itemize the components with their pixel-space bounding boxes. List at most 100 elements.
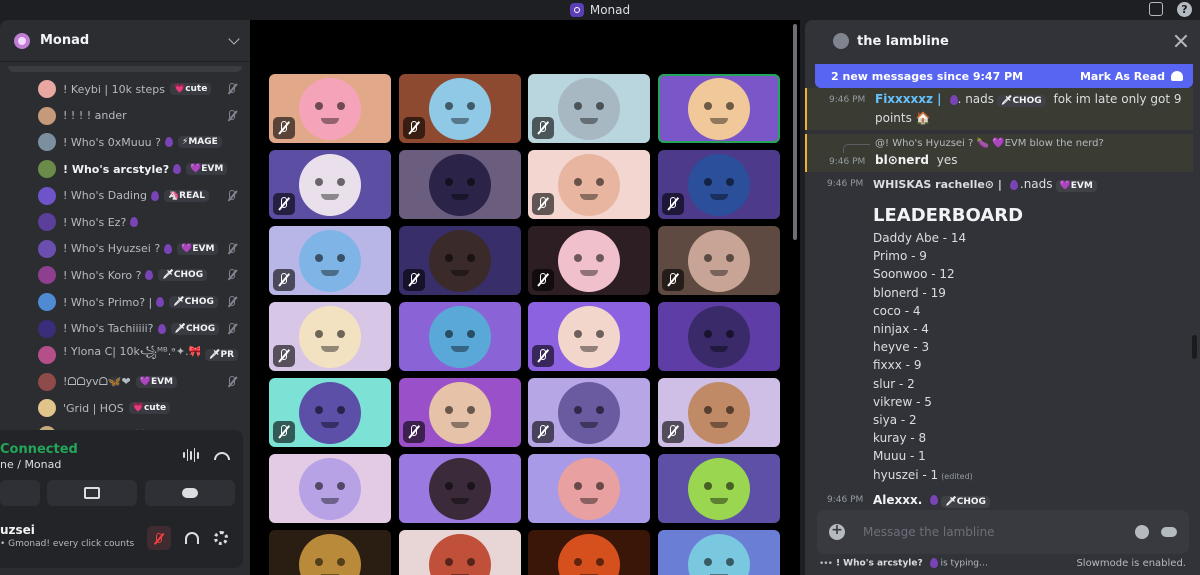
participant-video-tile[interactable] <box>269 378 391 447</box>
voice-member[interactable]: ! ! ! ! ander <box>0 103 250 130</box>
participant-video-tile[interactable] <box>399 454 521 523</box>
participant-avatar <box>429 381 491 444</box>
leaderboard-entry-text: fixxx - 9 <box>873 358 922 373</box>
deafen-button[interactable] <box>180 526 204 550</box>
participant-video-tile[interactable] <box>658 302 780 371</box>
voice-member[interactable]: ! Who's Dading 🦄REAL <box>0 182 250 209</box>
participant-video-tile[interactable] <box>269 454 391 523</box>
message-reply[interactable]: @! Who's Hyuzsei ? 🍆 💜EVM blow the nerd?… <box>805 134 1193 172</box>
voice-channel-name[interactable]: ne / Monad <box>0 458 61 471</box>
role-badge: 🗡CHOG <box>169 296 218 309</box>
role-badge: 💜EVM <box>177 242 219 255</box>
participant-video-tile[interactable] <box>528 150 650 219</box>
leaderboard-entry-text: Daddy Abe - 14 <box>873 231 967 245</box>
reply-reference[interactable]: @! Who's Hyuzsei ? 🍆 💜EVM blow the nerd? <box>807 136 1193 153</box>
participant-avatar <box>429 457 491 520</box>
camera-button[interactable] <box>0 480 40 506</box>
eggplant-icon <box>930 495 939 506</box>
participant-video-tile[interactable] <box>269 302 391 371</box>
participant-video-tile[interactable] <box>399 226 521 295</box>
participant-avatar <box>429 153 491 216</box>
leaderboard-entry-text: siya - 2 <box>873 413 917 428</box>
leaderboard-entry-text: Primo - 9 <box>873 249 927 264</box>
new-messages-text: 2 new messages since 9:47 PM <box>831 69 1024 83</box>
eggplant-icon <box>156 297 165 308</box>
voice-member[interactable]: 'Grid | HOS 💗cute <box>0 395 250 422</box>
emoji-icon[interactable] <box>1135 525 1149 539</box>
participant-avatar <box>429 305 491 368</box>
muted-mic-icon <box>226 269 236 281</box>
participant-video-tile[interactable] <box>399 302 521 371</box>
participant-video-tile[interactable] <box>528 530 650 575</box>
participant-video-tile[interactable] <box>269 150 391 219</box>
participant-video-tile[interactable] <box>528 74 650 143</box>
voice-member[interactable]: ! Who's Tachiiiii? 🗡CHOG <box>0 315 250 342</box>
muted-mic-icon <box>273 269 295 291</box>
voice-member[interactable]: ! Who's 0xMuuu ? ⚡MAGE <box>0 129 250 156</box>
message-author[interactable]: bl⊙nerd <box>875 153 929 167</box>
video-grid-scrollbar[interactable] <box>793 24 797 240</box>
voice-member[interactable]: !ᗝᗝyvᗝ🦋❤ 💜EVM <box>0 369 250 396</box>
voice-member[interactable]: ! Ylona C| 10k꧁ᴹᴮ.ᵊ✦.🎀 🗡PR <box>0 342 250 369</box>
participant-video-tile[interactable] <box>658 74 780 143</box>
participant-video-tile[interactable] <box>528 226 650 295</box>
member-name: ! Who's 0xMuuu ? <box>63 135 161 149</box>
close-icon[interactable] <box>1174 34 1188 48</box>
message-author[interactable]: Alexxx. <box>873 493 922 507</box>
user-name[interactable]: uzsei <box>0 523 35 537</box>
member-name: ! Keybi | 10k steps <box>63 82 165 96</box>
eggplant-icon <box>157 323 166 334</box>
participant-video-tile[interactable] <box>269 74 391 143</box>
message[interactable]: 9:46 PM Fixxxxxz |. nads 🗡CHOG fok im lat… <box>805 88 1193 130</box>
chevron-down-icon[interactable] <box>228 32 240 45</box>
inbox-icon[interactable] <box>1149 2 1163 16</box>
new-messages-bar[interactable]: 2 new messages since 9:47 PM Mark As Rea… <box>815 64 1193 88</box>
participant-video-tile[interactable] <box>658 150 780 219</box>
activity-icon[interactable] <box>1161 527 1177 537</box>
disconnect-icon[interactable] <box>214 452 230 460</box>
muted-mic-icon <box>226 375 236 388</box>
activity-button[interactable] <box>145 480 235 506</box>
gear-icon <box>214 531 228 545</box>
message-author[interactable]: WHISKAS rachelle⊙ | <box>873 178 1002 191</box>
participant-video-tile[interactable] <box>399 378 521 447</box>
message[interactable]: 9:46 PM WHISKAS rachelle⊙ | .nads 💜EVM LEA… <box>805 172 1193 486</box>
thread-scrollbar[interactable] <box>1192 335 1197 359</box>
participant-video-tile[interactable] <box>528 454 650 523</box>
role-badge: 💗cute <box>128 402 171 415</box>
soundboard-icon[interactable] <box>183 448 199 462</box>
voice-member[interactable]: ! Who's Hyuzsei ? 💜EVM <box>0 236 250 263</box>
mark-as-read-button[interactable]: Mark As Read <box>1080 70 1165 83</box>
user-settings-button[interactable] <box>209 526 233 550</box>
leaderboard-entry-text: heyve - 3 <box>873 340 930 355</box>
mute-button[interactable] <box>147 526 171 550</box>
participant-video-tile[interactable] <box>658 226 780 295</box>
voice-member[interactable]: ! Who's Koro ? 🗡CHOG <box>0 262 250 289</box>
participant-video-tile[interactable] <box>399 74 521 143</box>
screen-share-button[interactable] <box>47 480 137 506</box>
participant-video-tile[interactable] <box>399 530 521 575</box>
participant-avatar <box>299 533 361 575</box>
participant-video-tile[interactable] <box>658 378 780 447</box>
participant-video-tile[interactable] <box>528 302 650 371</box>
participant-video-tile[interactable] <box>658 530 780 575</box>
participant-avatar <box>429 533 491 575</box>
voice-member[interactable]: ! Who's Primo? | 🗡CHOG <box>0 289 250 316</box>
add-attachment-icon[interactable] <box>829 522 845 540</box>
participant-video-tile[interactable] <box>269 226 391 295</box>
message-input[interactable] <box>863 525 1127 539</box>
participant-video-tile[interactable] <box>658 454 780 523</box>
message-author[interactable]: Fixxxxxz | <box>875 92 942 106</box>
participant-video-tile[interactable] <box>269 530 391 575</box>
voice-member[interactable]: ! Who's arcstyle? 💜EVM <box>0 156 250 183</box>
voice-member[interactable]: ! Keybi | 10k steps 💗cute <box>0 76 250 103</box>
muted-mic-icon <box>532 345 554 367</box>
participant-video-tile[interactable] <box>399 150 521 219</box>
headphones-icon <box>185 532 199 544</box>
server-header[interactable]: Monad <box>0 20 250 62</box>
participant-video-tile[interactable] <box>528 378 650 447</box>
help-icon[interactable]: ? <box>1177 2 1192 17</box>
voice-member[interactable]: ! Who's Ez? <box>0 209 250 236</box>
avatar <box>38 106 56 125</box>
message[interactable]: 9:46 PM Alexxx. 🗡CHOG <box>805 486 1193 511</box>
